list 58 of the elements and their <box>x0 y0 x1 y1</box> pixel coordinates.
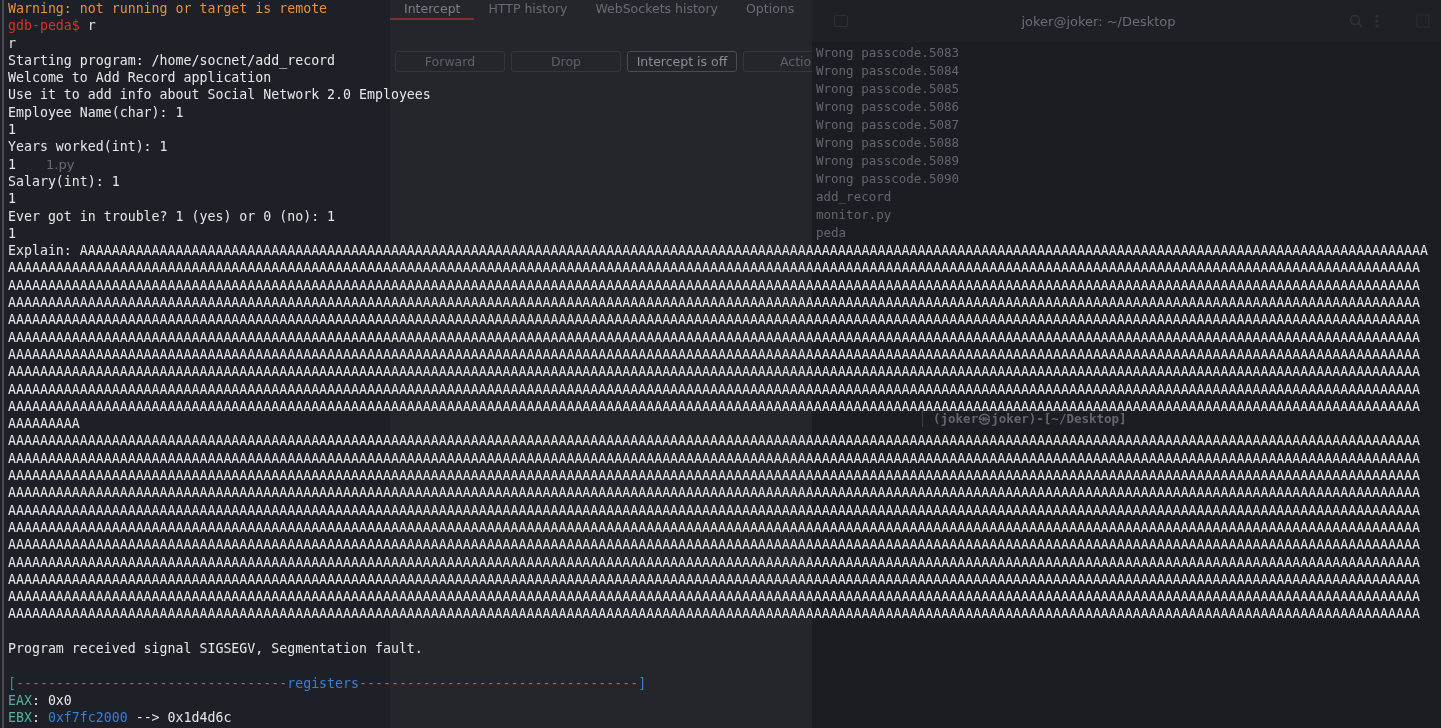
terminal-output-line: peda <box>816 224 847 242</box>
terminal-line: Starting program: /home/socnet/add_record <box>8 51 336 70</box>
terminal-line: AAAAAAAAAAAAAAAAAAAAAAAAAAAAAAAAAAAAAAAAAAAAAAAAAAAAAAAAAAAAAAAAAAAAAAAAAAAAAAAAAAAAAAAAAAAAAAAAAAAAAAAAAAAAAAAAAAAAAAAAAAAAAAAAAAAAAAAAAAAAAAAAAAAAAAAAAAAAAAAAAAAAAAAAAAAAAAAAA <box>8 363 1420 381</box>
shell-prompt: (joker㉿joker)-[~/Desktop] <box>922 410 1127 427</box>
terminal-line: Program received signal SIGSEGV, Segmentation fault. <box>8 640 423 658</box>
terminal-line: AAAAAAAAAAAAAAAAAAAAAAAAAAAAAAAAAAAAAAAAAAAAAAAAAAAAAAAAAAAAAAAAAAAAAAAAAAAAAAAAAAAAAAAAAAAAAAAAAAAAAAAAAAAAAAAAAAAAAAAAAAAAAAAAAAAAAAAAAAAAAAAAAAAAAAAAAAAAAAAAAAAAAAAAAAAAAAAAA <box>8 467 1420 485</box>
terminal-output-line: Wrong passcode.5084 <box>816 62 959 80</box>
terminal-output-line: Wrong passcode.5087 <box>816 116 959 134</box>
terminal-line: AAAAAAAAAAAAAAAAAAAAAAAAAAAAAAAAAAAAAAAAAAAAAAAAAAAAAAAAAAAAAAAAAAAAAAAAAAAAAAAAAAAAAAAAAAAAAAAAAAAAAAAAAAAAAAAAAAAAAAAAAAAAAAAAAAAAAAAAAAAAAAAAAAAAAAAAAAAAAAAAAAAAAAAAAAAAAAAAA <box>8 484 1420 502</box>
terminal-line: Explain: AAAAAAAAAAAAAAAAAAAAAAAAAAAAAAAAAAAAAAAAAAAAAAAAAAAAAAAAAAAAAAAAAAAAAAAAAAAAAAAAAAAAAAAAAAAAAAAAAAAAAAAAAAAAAAAAAAAAAAAAAAAAAAAAAAAAAAAAAAAAAAAAAAAAAAAAAAAAAAAAAAAAAAAAA <box>8 242 1428 260</box>
terminal-line: gdb-peda$ r <box>8 17 96 35</box>
terminal-output-line: Wrong passcode.5083 <box>816 44 959 62</box>
window-title: joker@joker: ~/Desktop <box>1020 13 1177 29</box>
terminal-output-line: add_record <box>816 188 892 206</box>
terminal-line: Years worked(int): 1 <box>8 138 168 156</box>
proxy-button[interactable]: Intercept is off <box>627 51 737 72</box>
proxy-tab[interactable]: Intercept <box>390 1 475 20</box>
terminal-line: AAAAAAAAAAAAAAAAAAAAAAAAAAAAAAAAAAAAAAAAAAAAAAAAAAAAAAAAAAAAAAAAAAAAAAAAAAAAAAAAAAAAAAAAAAAAAAAAAAAAAAAAAAAAAAAAAAAAAAAAAAAAAAAAAAAAAAAAAAAAAAAAAAAAAAAAAAAAAAAAAAAAAAAAAAAAAAAAA <box>8 570 1420 589</box>
terminal-line: 1 <box>8 224 16 243</box>
terminal-output-line: Wrong passcode.5090 <box>816 170 959 188</box>
terminal-line: [----------------------------------registers-----------------------------------] <box>8 674 647 692</box>
terminal-line: Ever got in trouble? 1 (yes) or 0 (no): 1 <box>8 207 336 225</box>
terminal-output-line: Wrong passcode.5089 <box>816 152 959 170</box>
proxy-tab[interactable]: HTTP history <box>474 1 582 20</box>
terminal-line: 1 <box>8 121 16 139</box>
terminal-line: Employee Name(char): 1 <box>8 103 184 122</box>
terminal-line: Warning: not running or target is remote <box>8 0 328 18</box>
terminal-line: AAAAAAAAAAAAAAAAAAAAAAAAAAAAAAAAAAAAAAAAAAAAAAAAAAAAAAAAAAAAAAAAAAAAAAAAAAAAAAAAAAAAAAAAAAAAAAAAAAAAAAAAAAAAAAAAAAAAAAAAAAAAAAAAAAAAAAAAAAAAAAAAAAAAAAAAAAAAAAAAAAAAAAAAAAAAAAAAA <box>8 605 1420 623</box>
terminal-line: AAAAAAAAAAAAAAAAAAAAAAAAAAAAAAAAAAAAAAAAAAAAAAAAAAAAAAAAAAAAAAAAAAAAAAAAAAAAAAAAAAAAAAAAAAAAAAAAAAAAAAAAAAAAAAAAAAAAAAAAAAAAAAAAAAAAAAAAAAAAAAAAAAAAAAAAAAAAAAAAAAAAAAAAAAAAAAAAA <box>8 259 1420 277</box>
desktop-icon-label: 1.py <box>46 157 75 172</box>
terminal-line: AAAAAAAAAAAAAAAAAAAAAAAAAAAAAAAAAAAAAAAAAAAAAAAAAAAAAAAAAAAAAAAAAAAAAAAAAAAAAAAAAAAAAAAAAAAAAAAAAAAAAAAAAAAAAAAAAAAAAAAAAAAAAAAAAAAAAAAAAAAAAAAAAAAAAAAAAAAAAAAAAAAAAAAAAAAAAAAAA <box>8 294 1420 312</box>
terminal-line: AAAAAAAAAAAAAAAAAAAAAAAAAAAAAAAAAAAAAAAAAAAAAAAAAAAAAAAAAAAAAAAAAAAAAAAAAAAAAAAAAAAAAAAAAAAAAAAAAAAAAAAAAAAAAAAAAAAAAAAAAAAAAAAAAAAAAAAAAAAAAAAAAAAAAAAAAAAAAAAAAAAAAAAAAAAAAAAAA <box>8 380 1420 398</box>
terminal-line: 1 <box>8 155 16 173</box>
terminal-line: AAAAAAAAAAAAAAAAAAAAAAAAAAAAAAAAAAAAAAAAAAAAAAAAAAAAAAAAAAAAAAAAAAAAAAAAAAAAAAAAAAAAAAAAAAAAAAAAAAAAAAAAAAAAAAAAAAAAAAAAAAAAAAAAAAAAAAAAAAAAAAAAAAAAAAAAAAAAAAAAAAAAAAAAAAAAAAAAA <box>8 449 1420 467</box>
terminal-line: r <box>8 34 16 52</box>
terminal-line: Welcome to Add Record application <box>8 69 272 87</box>
terminal-line: AAAAAAAAA <box>8 415 80 433</box>
terminal-line: AAAAAAAAAAAAAAAAAAAAAAAAAAAAAAAAAAAAAAAAAAAAAAAAAAAAAAAAAAAAAAAAAAAAAAAAAAAAAAAAAAAAAAAAAAAAAAAAAAAAAAAAAAAAAAAAAAAAAAAAAAAAAAAAAAAAAAAAAAAAAAAAAAAAAAAAAAAAAAAAAAAAAAAAAAAAAAAAA <box>8 432 1420 450</box>
terminal-line: AAAAAAAAAAAAAAAAAAAAAAAAAAAAAAAAAAAAAAAAAAAAAAAAAAAAAAAAAAAAAAAAAAAAAAAAAAAAAAAAAAAAAAAAAAAAAAAAAAAAAAAAAAAAAAAAAAAAAAAAAAAAAAAAAAAAAAAAAAAAAAAAAAAAAAAAAAAAAAAAAAAAAAAAAAAAAAAAA <box>8 588 1420 606</box>
terminal-line: Salary(int): 1 <box>8 172 120 191</box>
terminal-output-line: Wrong passcode.5088 <box>816 134 959 152</box>
proxy-tab[interactable]: Options <box>732 1 809 20</box>
terminal-line: AAAAAAAAAAAAAAAAAAAAAAAAAAAAAAAAAAAAAAAAAAAAAAAAAAAAAAAAAAAAAAAAAAAAAAAAAAAAAAAAAAAAAAAAAAAAAAAAAAAAAAAAAAAAAAAAAAAAAAAAAAAAAAAAAAAAAAAAAAAAAAAAAAAAAAAAAAAAAAAAAAAAAAAAAAAAAAAAA <box>8 501 1420 519</box>
terminal-line: AAAAAAAAAAAAAAAAAAAAAAAAAAAAAAAAAAAAAAAAAAAAAAAAAAAAAAAAAAAAAAAAAAAAAAAAAAAAAAAAAAAAAAAAAAAAAAAAAAAAAAAAAAAAAAAAAAAAAAAAAAAAAAAAAAAAAAAAAAAAAAAAAAAAAAAAAAAAAAAAAAAAAAAAAAAAAAAAA <box>8 553 1420 571</box>
terminal-line: 1 <box>8 190 16 208</box>
terminal-line: AAAAAAAAAAAAAAAAAAAAAAAAAAAAAAAAAAAAAAAAAAAAAAAAAAAAAAAAAAAAAAAAAAAAAAAAAAAAAAAAAAAAAAAAAAAAAAAAAAAAAAAAAAAAAAAAAAAAAAAAAAAAAAAAAAAAAAAAAAAAAAAAAAAAAAAAAAAAAAAAAAAAAAAAAAAAAAAAA <box>8 518 1420 537</box>
terminal-line: EBX: 0xf7fc2000 --> 0x1d4d6c <box>8 709 232 727</box>
terminal-line: AAAAAAAAAAAAAAAAAAAAAAAAAAAAAAAAAAAAAAAAAAAAAAAAAAAAAAAAAAAAAAAAAAAAAAAAAAAAAAAAAAAAAAAAAAAAAAAAAAAAAAAAAAAAAAAAAAAAAAAAAAAAAAAAAAAAAAAAAAAAAAAAAAAAAAAAAAAAAAAAAAAAAAAAAAAAAAAAA <box>8 276 1420 295</box>
terminal-line: AAAAAAAAAAAAAAAAAAAAAAAAAAAAAAAAAAAAAAAAAAAAAAAAAAAAAAAAAAAAAAAAAAAAAAAAAAAAAAAAAAAAAAAAAAAAAAAAAAAAAAAAAAAAAAAAAAAAAAAAAAAAAAAAAAAAAAAAAAAAAAAAAAAAAAAAAAAAAAAAAAAAAAAAAAAAAAAAA <box>8 311 1420 329</box>
terminal-output-line: Wrong passcode.5085 <box>816 80 959 98</box>
proxy-tab[interactable]: WebSockets history <box>581 1 732 20</box>
terminal-line: AAAAAAAAAAAAAAAAAAAAAAAAAAAAAAAAAAAAAAAAAAAAAAAAAAAAAAAAAAAAAAAAAAAAAAAAAAAAAAAAAAAAAAAAAAAAAAAAAAAAAAAAAAAAAAAAAAAAAAAAAAAAAAAAAAAAAAAAAAAAAAAAAAAAAAAAAAAAAAAAAAAAAAAAAAAAAAAAA <box>8 536 1420 554</box>
terminal-line: AAAAAAAAAAAAAAAAAAAAAAAAAAAAAAAAAAAAAAAAAAAAAAAAAAAAAAAAAAAAAAAAAAAAAAAAAAAAAAAAAAAAAAAAAAAAAAAAAAAAAAAAAAAAAAAAAAAAAAAAAAAAAAAAAAAAAAAAAAAAAAAAAAAAAAAAAAAAAAAAAAAAAAAAAAAAAAAAA <box>8 345 1420 364</box>
terminal-line: AAAAAAAAAAAAAAAAAAAAAAAAAAAAAAAAAAAAAAAAAAAAAAAAAAAAAAAAAAAAAAAAAAAAAAAAAAAAAAAAAAAAAAAAAAAAAAAAAAAAAAAAAAAAAAAAAAAAAAAAAAAAAAAAAAAAAAAAAAAAAAAAAAAAAAAAAAAAAAAAAAAAAAAAAAAAAAAAA <box>8 328 1420 346</box>
terminal-output-line: Wrong passcode.5086 <box>816 98 959 116</box>
terminal-line: EAX: 0x0 <box>8 691 72 710</box>
terminal-line: Use it to add info about Social Network 2.0 Employees <box>8 86 431 104</box>
terminal-output-line: monitor.py <box>816 206 892 224</box>
